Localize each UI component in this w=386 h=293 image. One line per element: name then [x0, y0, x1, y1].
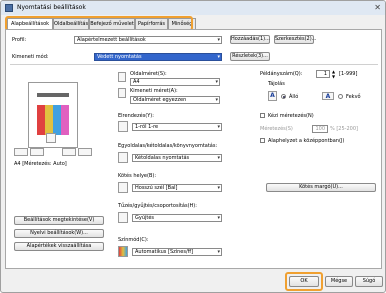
binding-value: Hosszú szél [Bal] — [135, 185, 178, 191]
layout-icon-2[interactable] — [30, 148, 44, 156]
layout-icon-4[interactable] — [78, 148, 92, 156]
page-size-value: A4 — [133, 79, 140, 85]
page-size-select[interactable]: A4 ▾ — [130, 78, 220, 86]
portrait-icon: A — [268, 91, 277, 101]
restore-defaults-button[interactable]: Alapértékek visszaállítása — [14, 242, 104, 251]
page-size-icon — [118, 72, 126, 82]
page-size-label: Oldalméret(S): — [130, 71, 167, 77]
output-size-icon — [118, 88, 126, 98]
output-mode-select[interactable]: Védett nyomtatás ▾ — [94, 53, 222, 61]
duplex-select[interactable]: Kétoldalas nyomtatás ▾ — [132, 154, 222, 162]
preview-bar-yellow — [45, 105, 53, 135]
portrait-radio[interactable] — [281, 94, 286, 99]
preview-bar-red — [37, 105, 45, 135]
color-mode-icon — [118, 246, 128, 257]
copies-input[interactable]: 1 — [316, 70, 330, 78]
layout-icon — [118, 121, 128, 132]
layout-select[interactable]: 1-ről 1-re ▾ — [132, 123, 222, 131]
layout-label: Elrendezés(Y): — [118, 113, 154, 119]
chevron-down-icon: ▾ — [217, 124, 220, 130]
add-profile-button[interactable]: Hozzáadás(1)... — [230, 35, 270, 44]
color-mode-label: Színmód(C): — [118, 237, 149, 243]
chevron-down-icon: ▾ — [217, 155, 220, 161]
color-mode-value: Automatikus [Színes/ff] — [135, 249, 194, 255]
stack-icon — [46, 133, 56, 143]
preview-bar-pink — [61, 105, 69, 135]
finishing-value: Gyűjtés — [135, 215, 155, 221]
preview-caption: A4 [Méretezés: Auto] — [14, 161, 67, 167]
window-title: Nyomtatási beállítások — [17, 4, 86, 11]
duplex-label: Egyoldalas/kétoldalas/könyvnyomtatás: — [118, 143, 218, 149]
chevron-down-icon: ▾ — [217, 215, 220, 221]
copies-label: Példányszám(Q): — [260, 71, 303, 77]
cancel-button[interactable]: Mégse — [325, 276, 353, 287]
output-size-select[interactable]: Oldalméret egyezzen ▾ — [130, 96, 220, 104]
chevron-down-icon: ▾ — [217, 185, 220, 191]
layout-icon-3[interactable] — [62, 148, 76, 156]
layout-value: 1-ről 1-re — [135, 124, 159, 130]
duplex-icon — [118, 152, 128, 163]
help-button[interactable]: Súgó — [355, 276, 383, 287]
chevron-down-icon: ▾ — [217, 37, 220, 43]
profile-select[interactable]: Alapértelmezett beállítások ▾ — [74, 36, 222, 44]
landscape-label: Fekvő — [346, 94, 361, 100]
scale-label: Méretezés(S) — [260, 126, 293, 132]
binding-label: Kötés helye(B): — [118, 173, 157, 179]
copies-range: [1-999] — [339, 71, 358, 77]
print-settings-dialog: Nyomtatási beállítások ✕ Alapbeállítások… — [0, 0, 386, 293]
printer-icon — [5, 4, 13, 12]
view-settings-button[interactable]: Beállítások megtekintése(V) — [14, 216, 104, 225]
edit-profile-button[interactable]: Szerkesztés(2)... — [274, 35, 316, 44]
finishing-icon — [118, 212, 128, 223]
output-size-label: Kimeneti méret(A): — [130, 88, 178, 94]
details-button[interactable]: Részletek(3)... — [230, 52, 270, 61]
divider — [10, 64, 378, 65]
title-bar: Nyomtatási beállítások ✕ — [1, 1, 385, 15]
watermark-checkbox[interactable] — [260, 138, 265, 143]
preview-bar-blue — [53, 105, 61, 135]
chevron-down-icon: ▾ — [215, 79, 218, 85]
scale-range: % [25-200] — [330, 126, 358, 132]
landscape-icon: A — [322, 92, 334, 100]
duplex-value: Kétoldalas nyomtatás — [135, 155, 190, 161]
profile-label: Profil: — [12, 37, 27, 43]
portrait-label: Álló — [289, 94, 299, 100]
manual-scaling-label: Kézi méretezés(N) — [268, 113, 314, 119]
chevron-down-icon: ▾ — [217, 54, 220, 60]
basic-settings-panel: Profil: Alapértelmezett beállítások ▾ Hoz… — [5, 29, 382, 269]
color-mode-select[interactable]: Automatikus [Színes/ff] ▾ — [132, 248, 222, 256]
landscape-radio[interactable] — [338, 94, 343, 99]
output-size-value: Oldalméret egyezzen — [133, 97, 187, 103]
language-settings-button[interactable]: Nyelvi beállítások(W)... — [14, 229, 104, 238]
ok-highlight — [285, 272, 323, 291]
binding-margin-button[interactable]: Kötés margó(U)... — [266, 183, 376, 192]
chevron-down-icon: ▾ — [215, 97, 218, 103]
watermark-label: Alaphelyzet a középpontban(J) — [268, 138, 345, 144]
profile-value: Alapértelmezett beállítások — [77, 37, 146, 43]
scale-input[interactable]: 100 — [312, 125, 328, 133]
finishing-label: Tűzés/gyűjtés/csoportosítás(H): — [118, 203, 197, 209]
layout-icon-1[interactable] — [14, 148, 28, 156]
preview-text-line — [37, 93, 69, 97]
copies-spinner-icon[interactable]: ▲ ▼ — [332, 69, 335, 79]
orientation-label: Tájolás — [268, 81, 285, 87]
manual-scaling-checkbox[interactable] — [260, 113, 265, 118]
binding-icon — [118, 182, 128, 193]
chevron-down-icon: ▾ — [217, 249, 220, 255]
output-mode-value: Védett nyomtatás — [97, 54, 142, 60]
binding-select[interactable]: Hosszú szél [Bal] ▾ — [132, 184, 222, 192]
close-icon[interactable]: ✕ — [374, 3, 381, 12]
output-label: Kimeneti mód: — [12, 54, 49, 60]
finishing-select[interactable]: Gyűjtés ▾ — [132, 214, 222, 222]
